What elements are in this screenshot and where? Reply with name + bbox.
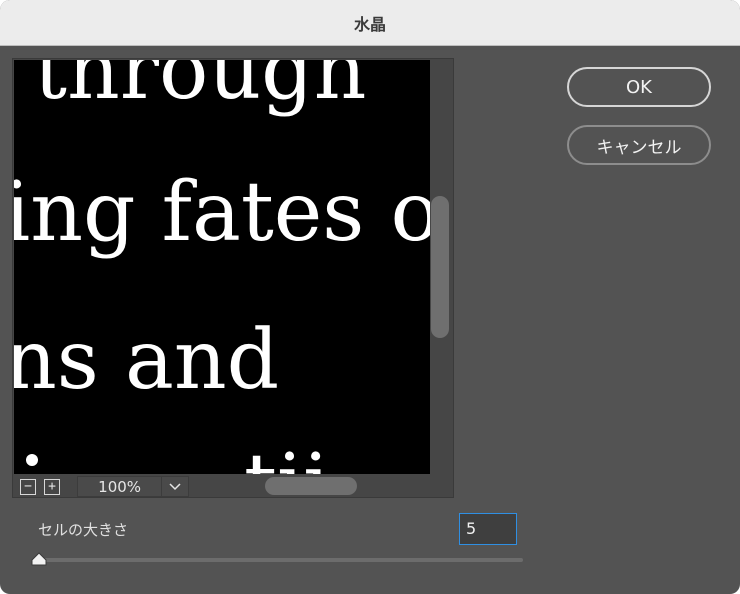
- preview-line-1: through: [34, 60, 366, 118]
- zoom-field[interactable]: 100%: [77, 476, 189, 497]
- zoom-controls: − +: [20, 476, 68, 498]
- zoom-value: 100%: [98, 477, 142, 496]
- zoom-out-button[interactable]: −: [20, 479, 36, 495]
- minus-icon: −: [24, 479, 32, 494]
- preview-vertical-scrollbar[interactable]: [431, 196, 449, 338]
- preview-dot: [26, 454, 38, 466]
- cell-size-slider-thumb[interactable]: [31, 552, 47, 566]
- ok-button[interactable]: OK: [567, 67, 711, 107]
- cell-size-label: セルの大きさ: [38, 521, 129, 539]
- cell-size-slider-track[interactable]: [33, 558, 523, 562]
- preview-image: through ing fates o ns and tii: [14, 60, 430, 474]
- zoom-dropdown-button[interactable]: [161, 477, 188, 496]
- plus-icon: +: [48, 479, 56, 494]
- preview-line-2: ing fates o: [14, 165, 430, 260]
- cell-size-input[interactable]: 5: [459, 513, 517, 545]
- chevron-down-icon: [169, 482, 181, 490]
- preview-line-4: tii: [244, 437, 329, 474]
- preview-canvas[interactable]: through ing fates o ns and tii: [14, 60, 430, 474]
- zoom-in-button[interactable]: +: [44, 479, 60, 495]
- dialog-title: 水晶: [353, 14, 386, 34]
- preview-line-3: ns and: [14, 313, 279, 408]
- title-bar: 水晶: [0, 0, 740, 46]
- dialog-window: 水晶 through ing fates o ns and tii − + 10…: [0, 0, 740, 594]
- cancel-button[interactable]: キャンセル: [567, 125, 711, 165]
- preview-horizontal-scrollbar[interactable]: [265, 477, 357, 495]
